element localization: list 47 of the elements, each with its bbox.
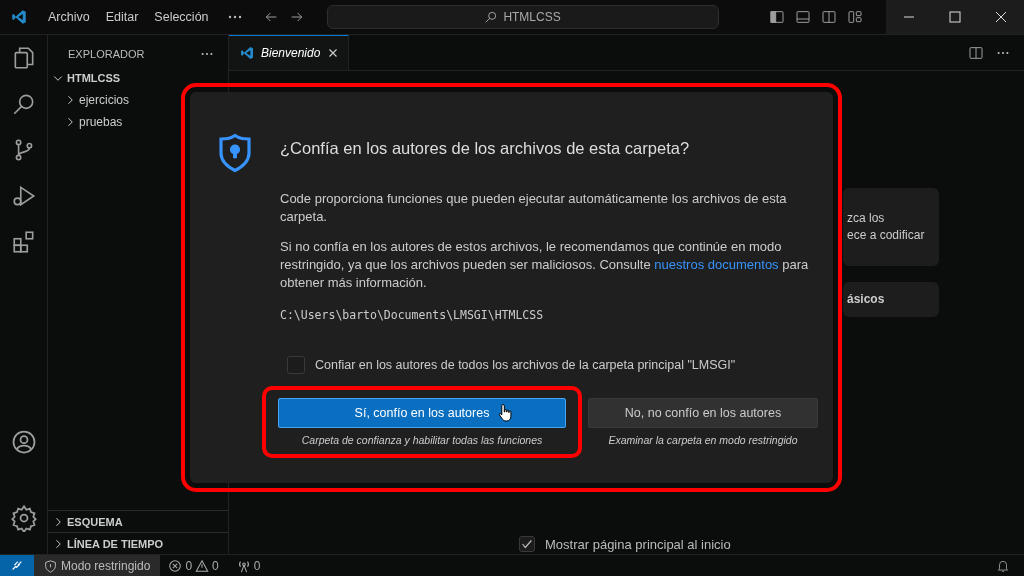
hand-cursor-icon <box>498 403 514 422</box>
app-logo-icon[interactable] <box>10 8 28 26</box>
menu-item[interactable]: Archivo <box>40 10 98 24</box>
dialog-paragraph: Si no confía en los autores de estos archivos, le recomendamos que continúe en modo restringido, ya que los archivos pueden ser maliciosos. Consulte nuestros documentos para obtener más información. <box>280 238 810 292</box>
remote-button[interactable] <box>0 555 34 576</box>
app-logo-icon <box>239 45 255 61</box>
trust-button[interactable]: Sí, confío en los autores <box>278 398 566 428</box>
editor-tab[interactable]: Bienvenido <box>229 35 350 70</box>
restricted-mode-button[interactable]: Modo restringido <box>34 555 161 576</box>
docs-link[interactable]: nuestros documentos <box>654 257 779 272</box>
folder-name[interactable]: HTMLCSS <box>67 72 121 84</box>
checkbox[interactable] <box>519 536 535 552</box>
split-editor-icon[interactable] <box>968 44 984 61</box>
button-caption: Examinar la carpeta en modo restringido <box>608 434 798 446</box>
panel-title: EXPLORADOR <box>68 48 145 60</box>
bell-icon[interactable] <box>996 559 1010 573</box>
menu-item[interactable]: Editar <box>97 10 147 24</box>
folder-item[interactable]: ejercicios <box>79 93 129 107</box>
split-layout-icon[interactable] <box>820 9 837 25</box>
remote-icon <box>10 559 24 573</box>
problems-button[interactable]: 0 0 <box>168 559 219 573</box>
checkbox-label: Confiar en los autores de todos los archivos de la carpeta principal "LMSGI" <box>315 358 736 372</box>
settings-icon[interactable] <box>9 504 38 532</box>
button-caption: Carpeta de confianza y habilitar todas las funciones <box>301 434 543 446</box>
dont-trust-button[interactable]: No, no confío en los autores <box>588 398 818 428</box>
run-debug-icon[interactable] <box>10 183 37 209</box>
panel-layout-icon[interactable] <box>794 9 811 25</box>
section-header[interactable]: LÍNEA DE TIEMPO <box>67 537 164 550</box>
warning-icon <box>195 559 210 573</box>
menu-item[interactable]: Selección <box>146 10 217 24</box>
folder-path: C:\Users\barto\Documents\LMSGI\HTMLCSS <box>280 308 545 322</box>
welcome-card[interactable]: ásicos <box>843 282 939 317</box>
customize-layout-icon[interactable] <box>846 9 863 25</box>
antenna-icon <box>236 559 251 573</box>
sidebar-layout-icon[interactable] <box>768 9 785 25</box>
error-icon <box>168 559 183 573</box>
folder-item[interactable]: pruebas <box>79 115 123 129</box>
shield-icon <box>44 559 57 573</box>
ports-button[interactable]: 0 <box>236 559 261 573</box>
search-icon <box>484 10 499 24</box>
search-field[interactable]: HTMLCSS <box>326 5 719 29</box>
dialog-title: ¿Confía en los autores de los archivos de esta carpeta? <box>280 139 691 158</box>
checkbox-label: Mostrar página principal al inicio <box>545 536 731 552</box>
checkbox[interactable] <box>287 356 305 374</box>
section-header[interactable]: ESQUEMA <box>67 515 123 528</box>
welcome-card[interactable]: zca los ece a codificar <box>843 188 939 266</box>
dialog-paragraph: Code proporciona funciones que pueden ejecutar automáticamente los archivos de esta carpeta. <box>280 190 788 226</box>
